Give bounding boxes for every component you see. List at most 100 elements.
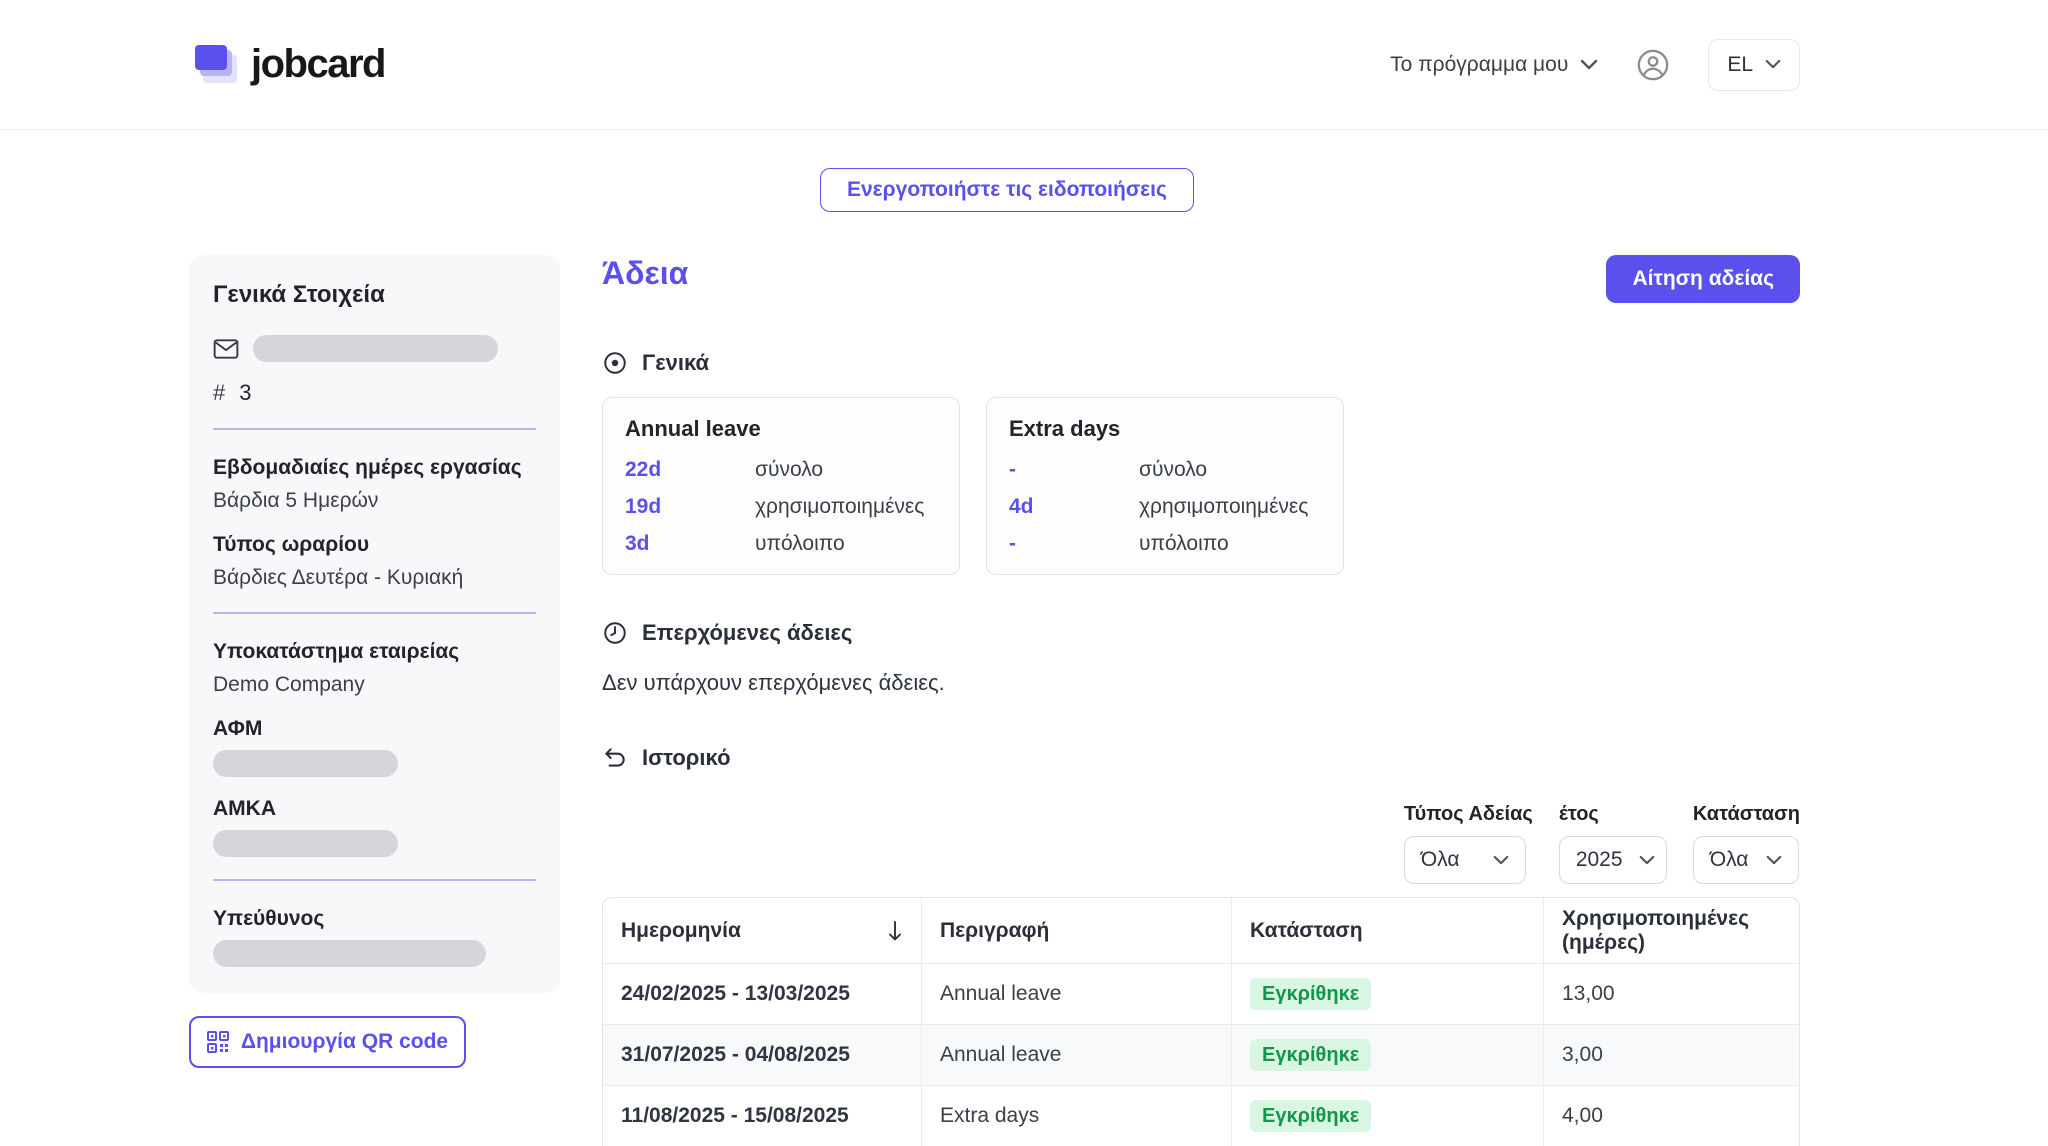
annual-total-label: σύνολο: [755, 458, 823, 482]
extra-days-card-title: Extra days: [1009, 416, 1321, 442]
field-value-workdays: Βάρδια 5 Ημερών: [213, 489, 536, 513]
status-badge: Εγκρίθηκε: [1250, 1100, 1371, 1132]
cell-description: Annual leave: [921, 1025, 1231, 1085]
stat-row: - σύνολο: [1009, 458, 1321, 482]
field-label-amka: ΑΜΚΑ: [213, 797, 536, 821]
cell-days: 4,00: [1543, 1086, 1800, 1146]
chevron-down-icon: [1765, 59, 1781, 70]
year-filter-label: έτος: [1559, 803, 1667, 826]
jobcard-logo-icon: [195, 45, 239, 85]
request-leave-button[interactable]: Αίτηση αδείας: [1606, 255, 1800, 303]
qr-code-icon: [207, 1031, 229, 1053]
status-filter-value: Όλα: [1710, 848, 1749, 872]
email-redacted-pill: [253, 335, 498, 362]
email-row: [213, 335, 536, 362]
sidebar-title: Γενικά Στοιχεία: [213, 281, 536, 309]
extra-remaining-label: υπόλοιπο: [1139, 532, 1229, 556]
header-status: Κατάσταση: [1250, 919, 1363, 943]
header-date: Ημερομηνία: [621, 919, 741, 943]
stat-row: 19d χρησιμοποιημένες: [625, 495, 937, 519]
field-label-afm: ΑΦΜ: [213, 717, 536, 741]
upcoming-empty-message: Δεν υπάρχουν επερχόμενες άδειες.: [602, 670, 945, 696]
leave-type-filter-select[interactable]: Όλα: [1404, 836, 1526, 884]
history-filters: Τύπος Αδείας Όλα έτος 2025 Κατάσταση Όλα: [1404, 803, 1800, 884]
status-badge: Εγκρίθηκε: [1250, 978, 1371, 1010]
cell-description: Extra days: [921, 1086, 1231, 1146]
year-filter-value: 2025: [1576, 848, 1623, 872]
status-filter-select[interactable]: Όλα: [1693, 836, 1799, 884]
envelope-icon: [213, 338, 239, 360]
leave-type-filter-value: Όλα: [1421, 848, 1460, 872]
chevron-down-icon: [1639, 855, 1655, 866]
field-label-schedule-type: Τύπος ωραρίου: [213, 533, 536, 557]
annual-used-value: 19d: [625, 495, 755, 519]
extra-days-card: Extra days - σύνολο 4d χρησιμοποιημένες …: [986, 397, 1344, 575]
clock-icon: [602, 620, 628, 646]
leave-page: Άδεια Αίτηση αδείας Γενικά Annual leave …: [602, 255, 1800, 1120]
brand-logo[interactable]: jobcard: [195, 42, 385, 87]
employee-number: 3: [239, 380, 251, 406]
field-label-workdays: Εβδομαδιαίες ημέρες εργασίας: [213, 456, 536, 480]
cell-days: 3,00: [1543, 1025, 1800, 1085]
table-header-row: Ημερομηνία Περιγραφή Κατάσταση Χρησιμοπο…: [603, 898, 1799, 963]
language-selector[interactable]: EL: [1708, 39, 1800, 91]
header-used-days: Χρησιμοποιημένες (ημέρες): [1562, 907, 1783, 955]
table-row[interactable]: 31/07/2025 - 04/08/2025 Annual leave Εγκ…: [603, 1024, 1799, 1085]
stat-row: 22d σύνολο: [625, 458, 937, 482]
table-row[interactable]: 11/08/2025 - 15/08/2025 Extra days Εγκρί…: [603, 1085, 1799, 1146]
program-menu[interactable]: Το πρόγραμμα μου: [1390, 53, 1598, 77]
year-filter-select[interactable]: 2025: [1559, 836, 1667, 884]
annual-total-value: 22d: [625, 458, 755, 482]
stat-row: 3d υπόλοιπο: [625, 532, 937, 556]
chevron-down-icon: [1580, 59, 1598, 71]
stat-row: 4d χρησιμοποιημένες: [1009, 495, 1321, 519]
cell-days: 13,00: [1543, 964, 1800, 1024]
employee-number-row: # 3: [213, 380, 536, 406]
annual-remaining-value: 3d: [625, 532, 755, 556]
cell-date: 24/02/2025 - 13/03/2025: [603, 964, 921, 1024]
history-section-title: Ιστορικό: [642, 745, 731, 771]
upcoming-section-title: Επερχόμενες άδειες: [642, 620, 852, 646]
header-description: Περιγραφή: [940, 919, 1049, 943]
cell-date: 11/08/2025 - 15/08/2025: [603, 1086, 921, 1146]
chevron-down-icon: [1766, 855, 1782, 866]
cell-description: Annual leave: [921, 964, 1231, 1024]
status-badge: Εγκρίθηκε: [1250, 1039, 1371, 1071]
divider: [213, 879, 536, 881]
hash-icon: #: [213, 380, 225, 406]
chevron-down-icon: [1493, 855, 1509, 866]
amka-redacted-pill: [213, 830, 398, 857]
extra-remaining-value: -: [1009, 532, 1139, 556]
page-title: Άδεια: [602, 255, 688, 292]
divider: [213, 428, 536, 430]
stat-row: - υπόλοιπο: [1009, 532, 1321, 556]
field-value-branch: Demo Company: [213, 673, 536, 697]
enable-notifications-button[interactable]: Ενεργοποιήστε τις ειδοποιήσεις: [820, 168, 1194, 212]
table-row[interactable]: 24/02/2025 - 13/03/2025 Annual leave Εγκ…: [603, 963, 1799, 1024]
brand-name: jobcard: [251, 42, 385, 87]
general-info-panel: Γενικά Στοιχεία # 3 Εβδομαδιαίες ημέρες …: [189, 255, 560, 993]
annual-remaining-label: υπόλοιπο: [755, 532, 845, 556]
generate-qr-label: Δημιουργία QR code: [241, 1030, 448, 1054]
user-avatar-icon[interactable]: [1636, 48, 1670, 82]
history-undo-icon: [602, 745, 628, 771]
annual-leave-card-title: Annual leave: [625, 416, 937, 442]
field-label-supervisor: Υπεύθυνος: [213, 907, 536, 931]
general-section-title: Γενικά: [642, 350, 709, 376]
field-value-schedule-type: Βάρδιες Δευτέρα - Κυριακή: [213, 566, 536, 590]
cell-date: 31/07/2025 - 04/08/2025: [603, 1025, 921, 1085]
extra-total-label: σύνολο: [1139, 458, 1207, 482]
extra-used-value: 4d: [1009, 495, 1139, 519]
annual-used-label: χρησιμοποιημένες: [755, 495, 924, 519]
afm-redacted-pill: [213, 750, 398, 777]
program-menu-label: Το πρόγραμμα μου: [1390, 53, 1568, 77]
extra-used-label: χρησιμοποιημένες: [1139, 495, 1308, 519]
sort-descending-icon[interactable]: [887, 920, 903, 942]
generate-qr-button[interactable]: Δημιουργία QR code: [189, 1016, 466, 1068]
language-code: EL: [1727, 53, 1753, 77]
divider: [213, 612, 536, 614]
supervisor-redacted-pill: [213, 940, 486, 967]
history-table: Ημερομηνία Περιγραφή Κατάσταση Χρησιμοπο…: [602, 897, 1800, 1146]
extra-total-value: -: [1009, 458, 1139, 482]
field-label-branch: Υποκατάστημα εταιρείας: [213, 640, 536, 664]
